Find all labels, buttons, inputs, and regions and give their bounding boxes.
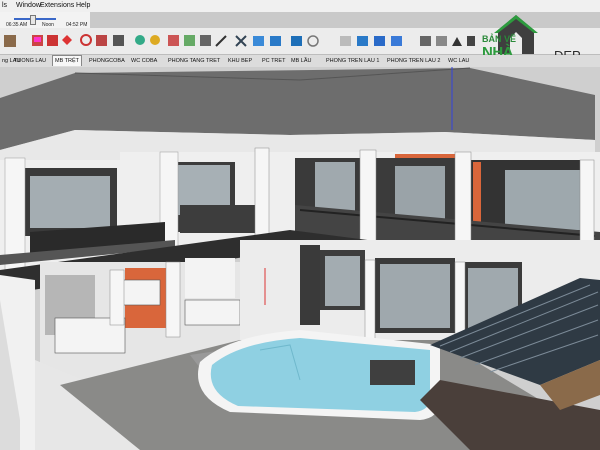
menu-item-extensions[interactable]: Extensions: [40, 2, 74, 9]
tab-mb-tret[interactable]: MB TRỆT: [52, 55, 83, 66]
3d-text-icon[interactable]: [291, 36, 302, 46]
dimension-icon[interactable]: [215, 35, 227, 47]
shadow-slider-thumb[interactable]: [30, 15, 36, 25]
menu-item-help[interactable]: Help: [76, 2, 90, 9]
zoom-extents-icon[interactable]: [184, 35, 195, 46]
section-plane-icon[interactable]: [307, 35, 319, 47]
scene-icon[interactable]: [467, 36, 475, 46]
layout-icon[interactable]: [452, 37, 462, 46]
tab-khu-bep[interactable]: KHU BEP: [226, 56, 254, 66]
scale-icon[interactable]: [96, 35, 107, 46]
protractor-icon[interactable]: [235, 35, 247, 47]
top-view-icon[interactable]: [357, 36, 368, 46]
sketchup-window: ls Window Extensions Help 06:35 AM Noon …: [0, 0, 600, 450]
pan-icon[interactable]: [150, 35, 160, 45]
menu-item-tools[interactable]: ls: [2, 2, 7, 9]
tape-measure-icon[interactable]: [200, 35, 211, 46]
eraser-icon[interactable]: [32, 35, 43, 46]
orbit-icon[interactable]: [135, 35, 145, 45]
home-icon[interactable]: [4, 35, 16, 47]
tab-wc-lau[interactable]: WC LAU: [446, 56, 471, 66]
scene-tabs-bar: ng LAU TUONG LAU MB TRỆT PHONGCOBA WC CO…: [0, 55, 600, 67]
offset-icon[interactable]: [113, 35, 124, 46]
tab-tuong-lau[interactable]: TUONG LAU: [12, 56, 48, 66]
paint-bucket-icon[interactable]: [47, 35, 58, 46]
iso-view-icon[interactable]: [340, 36, 351, 46]
rotate-icon[interactable]: [80, 34, 92, 46]
right-view-icon[interactable]: [391, 36, 402, 46]
tab-phong-tren-lau-1[interactable]: PHONG TREN LAU 1: [324, 56, 381, 66]
tab-phong-tang-tret[interactable]: PHONG TANG TRET: [166, 56, 222, 66]
extension-warehouse-icon[interactable]: [436, 36, 447, 46]
menu-item-window[interactable]: Window: [16, 2, 41, 9]
move-icon[interactable]: [62, 35, 72, 45]
menu-bar: ls Window Extensions Help: [0, 0, 600, 12]
logo-text-line1: BẢN VẼ: [482, 34, 517, 44]
axes-icon[interactable]: [270, 36, 281, 46]
swimming-pool: [198, 330, 440, 420]
tab-mb-lau[interactable]: MB LẦU: [289, 56, 313, 66]
tab-wc-coba[interactable]: WC COBA: [129, 56, 159, 66]
house-model-render: [0, 67, 600, 450]
zoom-icon[interactable]: [168, 35, 179, 46]
shadow-time-widget: 06:35 AM Noon 04:52 PM: [0, 12, 90, 28]
front-view-icon[interactable]: [374, 36, 385, 46]
text-icon[interactable]: [253, 36, 264, 46]
model-viewport[interactable]: [0, 67, 600, 450]
tab-phongcoba[interactable]: PHONGCOBA: [87, 56, 127, 66]
tab-phong-tren-lau-2[interactable]: PHONG TREN LAU 2: [385, 56, 442, 66]
tab-pc-tret[interactable]: PC TRET: [260, 56, 287, 66]
warehouse-icon[interactable]: [420, 36, 431, 46]
